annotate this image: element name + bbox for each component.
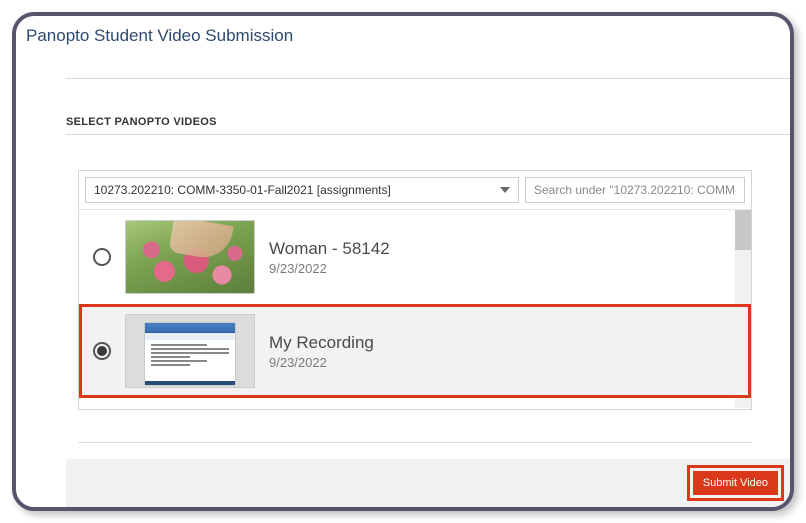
page-title: Panopto Student Video Submission	[16, 16, 790, 52]
video-row[interactable]: My Recording 9/23/2022	[79, 304, 751, 398]
video-meta: Woman - 58142 9/23/2022	[269, 239, 729, 276]
video-meta: My Recording 9/23/2022	[269, 333, 729, 370]
video-picker: 10273.202210: COMM-3350-01-Fall2021 [ass…	[78, 170, 752, 410]
divider	[66, 78, 790, 79]
footer-bar: Submit Video	[66, 459, 790, 507]
submit-highlight: Submit Video	[687, 465, 784, 501]
divider	[66, 134, 790, 135]
video-title: My Recording	[269, 333, 729, 353]
video-date: 9/23/2022	[269, 261, 729, 276]
folder-selected-label: 10273.202210: COMM-3350-01-Fall2021 [ass…	[94, 183, 391, 197]
divider	[78, 442, 752, 443]
picker-toolbar: 10273.202210: COMM-3350-01-Fall2021 [ass…	[79, 171, 751, 210]
app-window: Panopto Student Video Submission SELECT …	[12, 12, 794, 511]
video-list: Woman - 58142 9/23/2022	[79, 210, 751, 408]
search-input[interactable]	[525, 177, 745, 203]
section-header: SELECT PANOPTO VIDEOS	[66, 116, 217, 128]
radio-button[interactable]	[93, 248, 111, 266]
video-thumbnail	[125, 220, 255, 294]
video-date: 9/23/2022	[269, 355, 729, 370]
submit-button[interactable]: Submit Video	[693, 471, 778, 495]
video-row[interactable]: Woman - 58142 9/23/2022	[79, 210, 751, 304]
video-title: Woman - 58142	[269, 239, 729, 259]
video-thumbnail	[125, 314, 255, 388]
chevron-down-icon	[500, 187, 510, 193]
folder-select[interactable]: 10273.202210: COMM-3350-01-Fall2021 [ass…	[85, 177, 519, 203]
radio-button[interactable]	[93, 342, 111, 360]
